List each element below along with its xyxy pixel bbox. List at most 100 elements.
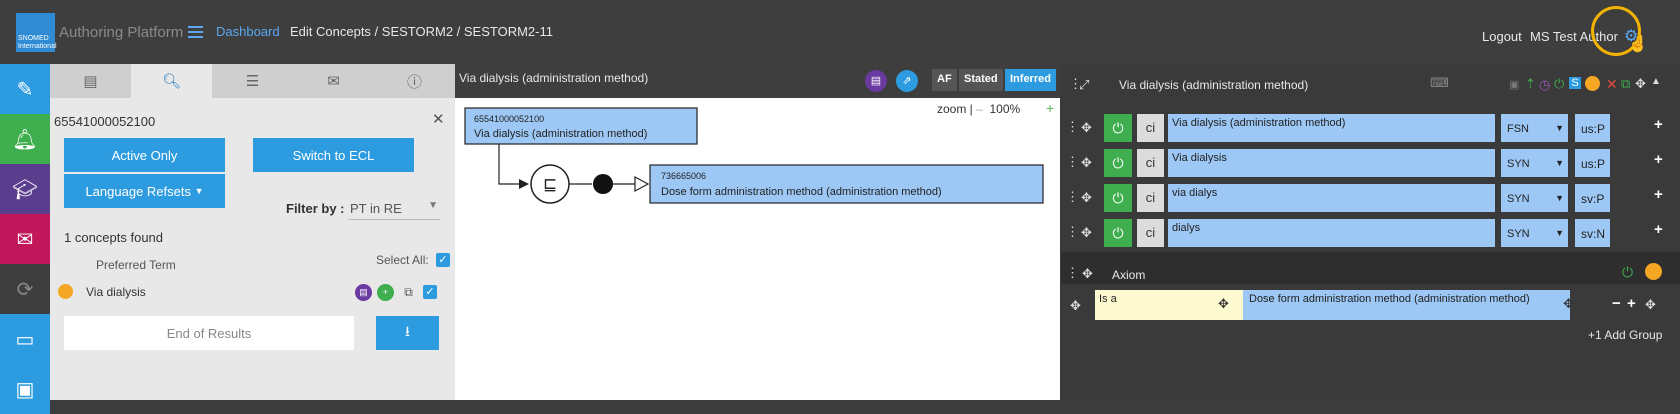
drag-handle-icon[interactable]: ⋮ <box>1066 119 1079 135</box>
acceptability-select[interactable]: us:P <box>1575 114 1610 142</box>
promote-icon[interactable]: ⇡ <box>1525 76 1536 92</box>
description-term-input[interactable]: dialys <box>1168 219 1495 247</box>
clone-icon[interactable]: ⧉ <box>1621 76 1630 92</box>
sync-icon[interactable]: ⟳ <box>0 264 50 314</box>
power-icon[interactable]: ⏻ <box>1104 114 1132 142</box>
edit-icon[interactable]: ✎ <box>0 64 50 114</box>
keyboard-icon[interactable]: ⌨ <box>1430 75 1449 91</box>
power-icon[interactable]: ⏻ <box>1104 184 1132 212</box>
arrow-head <box>519 179 529 189</box>
close-icon[interactable]: ✕ <box>432 110 445 128</box>
case-significance[interactable]: ci <box>1137 114 1164 142</box>
af-toggle[interactable]: AF <box>932 69 957 91</box>
acceptability-select[interactable]: sv:N <box>1575 219 1610 247</box>
monitor-icon[interactable]: ▭ <box>0 314 50 364</box>
remove-attribute-icon[interactable]: − <box>1612 295 1621 312</box>
drag-handle-icon[interactable]: ⋮ <box>1066 189 1079 205</box>
switch-to-ecl-button[interactable]: Switch to ECL <box>253 138 414 172</box>
collapse-icon[interactable]: ▲ <box>1651 76 1661 87</box>
case-significance[interactable]: ci <box>1137 149 1164 177</box>
power-icon[interactable]: ⏻ <box>1104 149 1132 177</box>
move-icon[interactable]: ✥ <box>1070 298 1081 314</box>
description-type-select[interactable]: FSN ▼ <box>1501 114 1568 142</box>
description-type-select[interactable]: SYN ▼ <box>1501 149 1568 177</box>
power-icon[interactable]: ⏻ <box>1622 264 1633 281</box>
description-type-value: FSN <box>1507 123 1529 135</box>
open-external-icon[interactable]: ⇗ <box>896 70 918 92</box>
add-to-list-icon[interactable]: + <box>377 284 394 301</box>
list-icon[interactable]: ☰ <box>212 64 293 98</box>
envelope-icon[interactable]: ✉ <box>293 64 374 98</box>
info-icon[interactable]: ⓘ <box>374 64 455 98</box>
attribute-value-text: Dose form administration method (adminis… <box>1249 293 1530 305</box>
acceptability-select[interactable]: sv:P <box>1575 184 1610 212</box>
download-icon[interactable]: ⭳ <box>376 316 439 350</box>
diagram-title: Via dialysis (administration method) <box>459 71 649 85</box>
move-icon[interactable]: ✥ <box>1081 155 1092 171</box>
close-icon[interactable]: ✕ <box>1606 76 1618 93</box>
history-icon[interactable]: ◷ <box>1539 77 1550 93</box>
move-icon[interactable]: ✥ <box>1563 296 1574 312</box>
active-only-button[interactable]: Active Only <box>64 138 225 172</box>
expand-all-icon[interactable]: ✥ <box>1635 76 1646 92</box>
description-type-select[interactable]: SYN ▼ <box>1501 184 1568 212</box>
logo-text: SNOMED International <box>18 35 57 50</box>
logout-link[interactable]: Logout <box>1482 29 1522 44</box>
save-icon[interactable]: ▣ <box>1509 78 1519 91</box>
expand-icon[interactable]: ⤢ <box>1079 77 1089 93</box>
stated-toggle[interactable]: Stated <box>959 69 1003 91</box>
case-significance[interactable]: ci <box>1137 184 1164 212</box>
inferred-toggle[interactable]: Inferred <box>1005 69 1056 91</box>
description-term-input[interactable]: via dialys <box>1168 184 1495 212</box>
filter-select[interactable]: PT in RE ▼ <box>348 196 440 220</box>
cursor-hand-icon: ☝ <box>1628 36 1648 53</box>
acceptability-select[interactable]: us:P <box>1575 149 1610 177</box>
window-icon[interactable]: ▣ <box>0 364 50 414</box>
description-term-input[interactable]: Via dialysis (administration method) <box>1168 114 1495 142</box>
breadcrumb-dashboard[interactable]: Dashboard <box>216 24 280 39</box>
add-description-icon[interactable]: + <box>1654 116 1663 133</box>
taxonomy-icon[interactable]: ▤ <box>865 70 887 92</box>
drag-handle-icon[interactable]: ⋮ <box>1066 224 1079 240</box>
case-significance[interactable]: ci <box>1137 219 1164 247</box>
result-term[interactable]: Via dialysis <box>86 285 146 299</box>
move-icon[interactable]: ✥ <box>1218 296 1229 312</box>
select-all-checkbox[interactable]: ✓ <box>436 253 450 267</box>
copy-icon[interactable]: ⧉ <box>400 284 417 301</box>
s-badge-icon[interactable]: S <box>1569 77 1581 89</box>
parent-id: 736665006 <box>661 171 706 181</box>
move-icon[interactable]: ✥ <box>1081 120 1092 136</box>
move-icon[interactable]: ✥ <box>1081 190 1092 206</box>
add-description-icon[interactable]: + <box>1654 151 1663 168</box>
taxonomy-icon[interactable]: ▤ <box>50 64 131 98</box>
drag-handle-icon[interactable]: ⋮ <box>1066 154 1079 170</box>
description-type-value: SYN <box>1507 193 1530 205</box>
hamburger-menu-icon[interactable] <box>188 26 203 38</box>
search-input[interactable]: 65541000052100 <box>54 114 155 129</box>
add-description-icon[interactable]: + <box>1654 186 1663 203</box>
primitive-status-dot[interactable] <box>1585 76 1600 91</box>
attribute-value-field[interactable]: Dose form administration method (adminis… <box>1243 290 1570 320</box>
move-icon[interactable]: ✥ <box>1082 266 1093 282</box>
move-icon[interactable]: ✥ <box>1081 225 1092 241</box>
taxonomy-icon[interactable]: ▤ <box>355 284 372 301</box>
filter-label: Filter by : <box>286 201 345 216</box>
drag-handle-icon[interactable]: ⋮ <box>1066 265 1079 281</box>
move-icon[interactable]: ✥ <box>1645 297 1656 313</box>
language-refsets-button[interactable]: Language Refsets ▼ <box>64 174 225 208</box>
snomed-logo[interactable]: SNOMED International <box>16 13 57 52</box>
add-attribute-icon[interactable]: + <box>1627 295 1636 312</box>
axiom-status-dot[interactable] <box>1645 263 1662 280</box>
description-term-input[interactable]: Via dialysis <box>1168 149 1495 177</box>
description-type-select[interactable]: SYN ▼ <box>1501 219 1568 247</box>
graduation-cap-icon[interactable]: 🎓︎ <box>0 164 50 214</box>
bell-icon[interactable]: 🔔︎ <box>0 114 50 164</box>
search-icon[interactable]: 🔍︎ <box>131 64 212 98</box>
power-icon[interactable]: ⏻ <box>1554 76 1564 92</box>
result-checkbox[interactable]: ✓ <box>423 285 437 299</box>
caret-down-icon: ▼ <box>428 200 438 211</box>
envelope-icon[interactable]: ✉ <box>0 214 50 264</box>
power-icon[interactable]: ⏻ <box>1104 219 1132 247</box>
add-description-icon[interactable]: + <box>1654 221 1663 238</box>
add-group-button[interactable]: +1 Add Group <box>1588 328 1662 342</box>
